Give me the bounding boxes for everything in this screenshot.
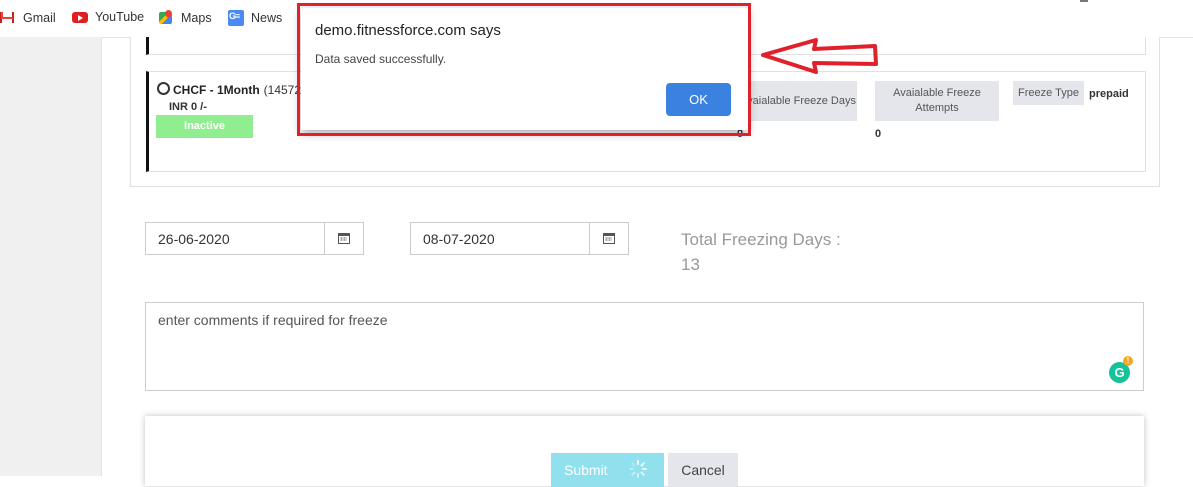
- start-date-value: 26-06-2020: [158, 231, 230, 247]
- available-freeze-attempts-value: 0: [875, 128, 882, 140]
- page-left-sidebar: [0, 37, 102, 476]
- youtube-icon: [72, 12, 88, 23]
- calendar-icon: [603, 233, 615, 244]
- membership-price: INR 0 /-: [169, 101, 207, 113]
- total-freezing-days-value: 13: [681, 255, 700, 274]
- loading-spinner-icon: [629, 460, 647, 478]
- end-date-picker-button[interactable]: [589, 223, 628, 254]
- end-date-value: 08-07-2020: [423, 231, 495, 247]
- maps-icon: [158, 10, 174, 26]
- news-icon: [228, 10, 244, 26]
- gmail-icon: [0, 10, 16, 26]
- annotation-arrow-icon: [761, 38, 878, 74]
- bookmark-label: Maps: [181, 11, 212, 25]
- freeze-end-date-field[interactable]: 08-07-2020: [410, 222, 629, 255]
- grammarly-icon[interactable]: G!: [1109, 356, 1133, 383]
- freeze-type-value: prepaid: [1089, 88, 1129, 100]
- comments-placeholder: enter comments if required for freeze: [158, 312, 388, 328]
- bookmark-label: Gmail: [23, 11, 56, 25]
- comments-textarea[interactable]: enter comments if required for freeze G!: [145, 302, 1144, 391]
- total-freezing-days-label: Total Freezing Days :: [681, 230, 841, 249]
- submit-button[interactable]: Submit: [551, 453, 664, 487]
- grammarly-alert-icon: !: [1123, 356, 1133, 366]
- bookmark-youtube[interactable]: YouTube: [72, 10, 144, 24]
- start-date-picker-button[interactable]: [324, 223, 363, 254]
- cancel-button[interactable]: Cancel: [668, 453, 738, 487]
- freeze-type-label: Freeze Type: [1013, 81, 1084, 105]
- window-control-edge: [1080, 0, 1088, 2]
- calendar-icon: [338, 233, 350, 244]
- bookmark-label: YouTube: [95, 10, 145, 24]
- bookmark-news[interactable]: News: [228, 10, 282, 26]
- annotation-highlight-box: [297, 3, 751, 136]
- bookmark-maps[interactable]: Maps: [158, 10, 212, 26]
- lifebuoy-icon: [157, 82, 170, 95]
- available-freeze-attempts-label: Avaialable Freeze Attempts: [875, 81, 999, 121]
- membership-code: (14572: [263, 83, 302, 97]
- freeze-start-date-field[interactable]: 26-06-2020: [145, 222, 364, 255]
- status-badge: Inactive: [156, 115, 253, 138]
- bookmark-label: News: [251, 11, 283, 25]
- available-freeze-days-label: Avaialable Freeze Days: [739, 81, 857, 121]
- bookmark-gmail[interactable]: Gmail: [0, 10, 56, 26]
- membership-name: CHCF - 1Month (14572: [157, 82, 301, 97]
